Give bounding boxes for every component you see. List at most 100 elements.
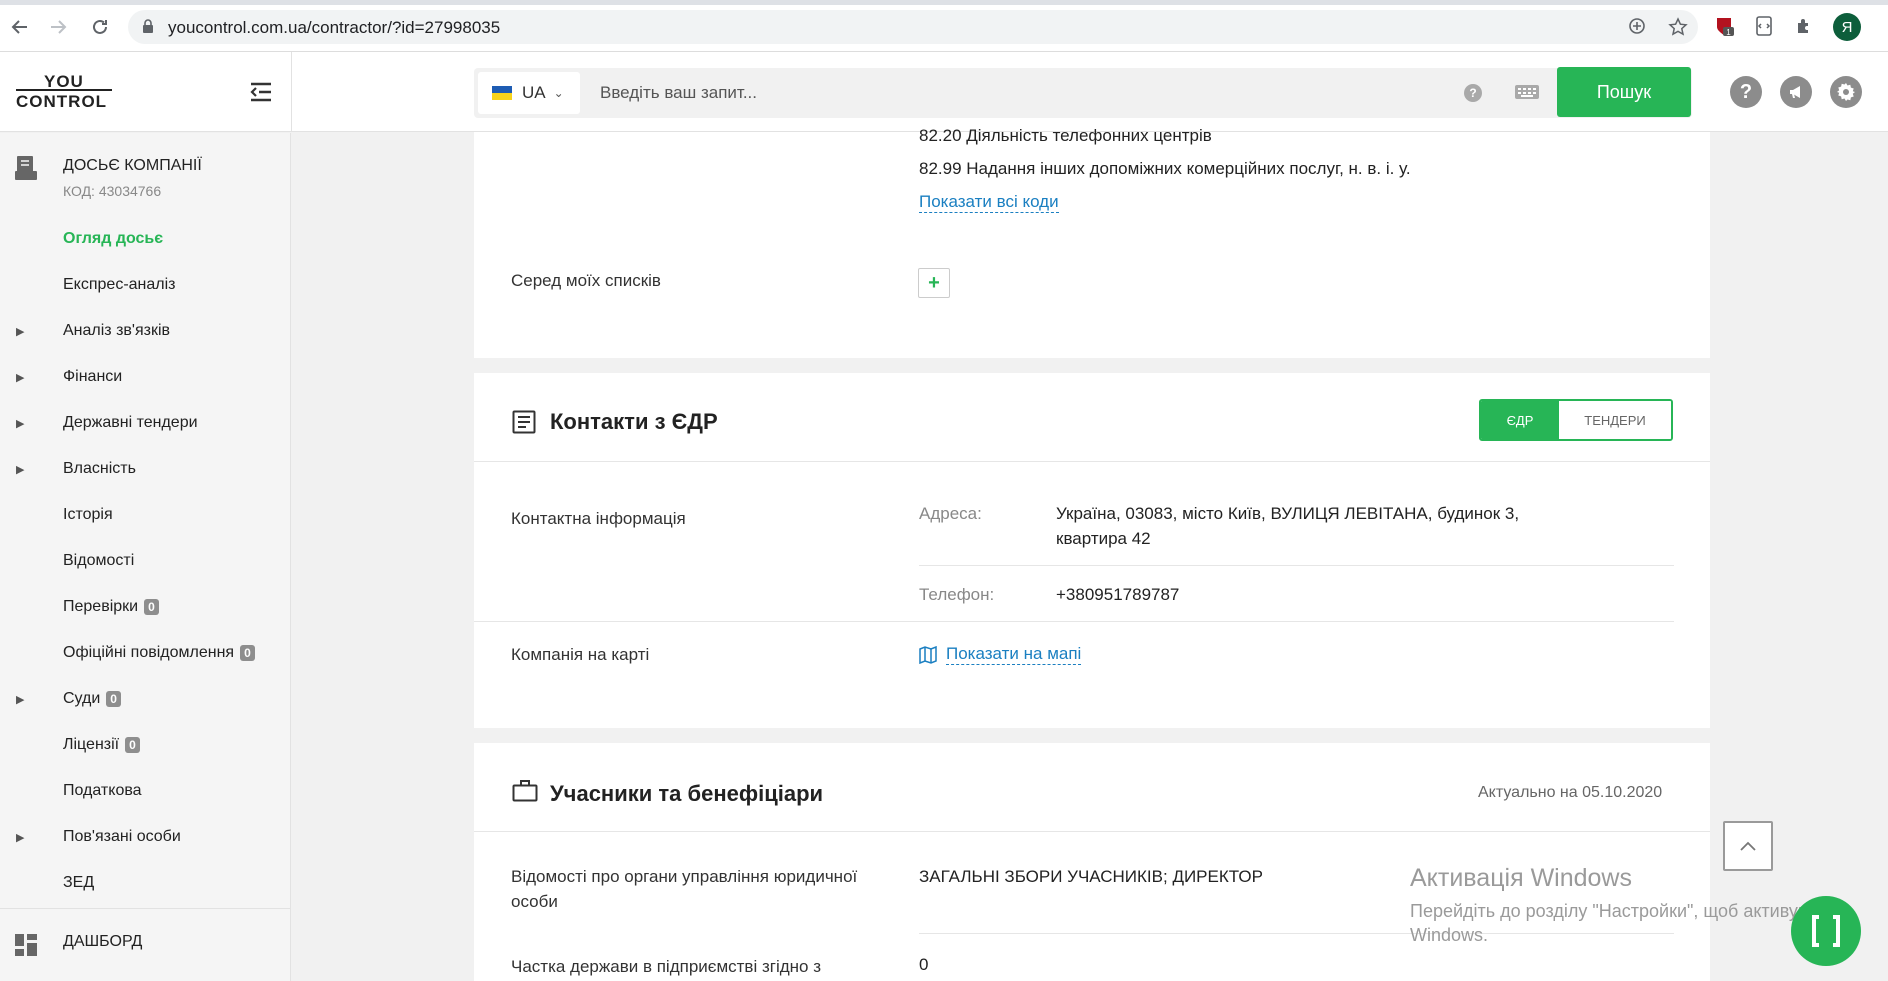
sidebar-item[interactable]: Відомості (63, 552, 134, 570)
sidebar-item[interactable]: ЗЕД (63, 874, 94, 892)
state-share-value: 0 (919, 955, 929, 974)
profile-avatar[interactable]: Я (1833, 13, 1861, 41)
search-button[interactable]: Пошук (1557, 67, 1691, 117)
settings-gear-icon[interactable] (1830, 76, 1862, 108)
kved-item: 82.20 Діяльність телефонних центрів (919, 126, 1212, 145)
keyboard-icon[interactable] (1514, 82, 1540, 107)
sidebar-item-label: Офіційні повідомлення (63, 644, 235, 661)
help-icon[interactable]: ? (1730, 76, 1762, 108)
lock-icon (142, 19, 154, 39)
sidebar-item[interactable]: Перевірки 0 (63, 598, 159, 616)
language-value: UA (522, 83, 546, 102)
sidebar-item[interactable]: Пов'язані особи (63, 828, 181, 846)
announcements-megaphone-icon[interactable] (1780, 76, 1812, 108)
tab-strip (0, 0, 1888, 5)
sidebar-divider (0, 908, 291, 909)
sidebar-item[interactable]: Історія (63, 506, 113, 524)
participants-card: Учасники та бенефіціари Актуально на 05.… (474, 743, 1710, 981)
sidebar-item-label: Державні тендери (63, 414, 198, 431)
sidebar-item-label: Ліцензії (63, 736, 120, 753)
sidebar-item-label: Пов'язані особи (63, 828, 181, 845)
chat-button[interactable] (1791, 896, 1861, 966)
chat-icon (1812, 915, 1840, 947)
address-value: квартира 42 (1056, 529, 1151, 548)
sidebar-item-label: Фінанси (63, 368, 123, 385)
expand-arrow-icon[interactable]: ▶ (16, 463, 24, 476)
show-on-map-link[interactable]: Показати на мапі (946, 644, 1082, 665)
sidebar-item[interactable]: Ліцензії 0 (63, 736, 140, 754)
sidebar-item[interactable]: Суди 0 (63, 690, 121, 708)
actual-date: Актуально на 05.10.2020 (1478, 784, 1663, 801)
extensions-puzzle-icon[interactable] (1792, 14, 1816, 38)
add-to-list-button[interactable]: + (918, 268, 950, 298)
svg-text:1: 1 (1726, 28, 1731, 37)
extension-shield-icon[interactable]: 1 (1712, 14, 1736, 38)
count-badge: 0 (106, 691, 121, 707)
scroll-to-top-button[interactable] (1723, 821, 1773, 871)
search-bar: UA ⌄ ? (474, 68, 1692, 118)
expand-arrow-icon[interactable]: ▶ (16, 831, 24, 844)
search-input[interactable] (600, 80, 1420, 106)
state-share-label: Частка держави в підприємстві згідно з (511, 957, 822, 976)
count-badge: 0 (240, 645, 255, 661)
management-label: Відомості про органи управління юридично… (511, 867, 858, 886)
activities-card: 82.20 Діяльність телефонних центрів 82.9… (474, 126, 1710, 358)
youcontrol-logo[interactable]: YOU CONTROL (16, 72, 114, 112)
dashboard-link[interactable]: ДАШБОРД (63, 933, 142, 951)
forward-icon[interactable] (43, 12, 73, 42)
back-icon[interactable] (5, 12, 35, 42)
reload-icon[interactable] (85, 12, 115, 42)
expand-arrow-icon[interactable]: ▶ (16, 371, 24, 384)
divider (474, 621, 1674, 622)
toggle-tenders-button[interactable]: ТЕНДЕРИ (1559, 401, 1671, 439)
address-value: Україна, 03083, місто Київ, ВУЛИЦЯ ЛЕВІТ… (1056, 504, 1520, 523)
language-select[interactable]: UA ⌄ (478, 72, 580, 114)
sidebar-item[interactable]: Податкова (63, 782, 142, 800)
toggle-edr-button[interactable]: ЄДР (1481, 401, 1559, 439)
sidebar-item-label: Аналіз зв'язків (63, 322, 171, 339)
address-bar[interactable]: youcontrol.com.ua/contractor/?id=2799803… (128, 10, 1698, 44)
logo-bottom-text: CONTROL (16, 89, 112, 112)
extension-script-icon[interactable] (1752, 14, 1776, 38)
header-divider (291, 52, 292, 132)
sidebar-item[interactable]: Державні тендери (63, 414, 198, 432)
expand-arrow-icon[interactable]: ▶ (16, 693, 24, 706)
browser-toolbar: youcontrol.com.ua/contractor/?id=2799803… (0, 0, 1888, 52)
chevron-down-icon: ⌄ (553, 86, 564, 100)
install-icon[interactable] (1628, 17, 1646, 40)
expand-arrow-icon[interactable]: ▶ (16, 325, 24, 338)
expand-arrow-icon[interactable]: ▶ (16, 417, 24, 430)
map-label: Компанія на карті (511, 645, 650, 664)
management-label: особи (511, 892, 558, 911)
ukraine-flag-icon (492, 86, 512, 100)
address-label: Адреса: (919, 504, 982, 523)
show-all-codes-link[interactable]: Показати всі коди (919, 192, 1059, 213)
sidebar-item[interactable]: Експрес-аналіз (63, 276, 176, 294)
search-help-icon[interactable]: ? (1464, 84, 1482, 102)
sidebar-item-label: Відомості (63, 552, 135, 569)
source-toggle: ЄДР ТЕНДЕРИ (1479, 399, 1673, 441)
sidebar-item-label: Перевірки (63, 598, 139, 615)
sidebar-item[interactable]: Офіційні повідомлення 0 (63, 644, 255, 662)
map-icon[interactable] (919, 645, 937, 669)
kved-item: 82.99 Надання інших допоміжних комерційн… (919, 159, 1411, 178)
contact-info-label: Контактна інформація (511, 509, 686, 528)
dashboard-icon[interactable] (14, 933, 38, 962)
document-list-icon (512, 410, 536, 439)
divider (474, 831, 1710, 832)
sidebar-item-label: Податкова (63, 782, 142, 799)
company-code: КОД: 43034766 (63, 183, 162, 199)
divider (474, 461, 1710, 462)
url-text: youcontrol.com.ua/contractor/?id=2799803… (168, 18, 501, 37)
sidebar-item[interactable]: Аналіз зв'язків (63, 322, 170, 340)
phone-value: +380951789787 (1056, 585, 1180, 604)
sidebar-item[interactable]: Власність (63, 460, 136, 478)
phone-label: Телефон: (919, 585, 995, 604)
sidebar-item[interactable]: Фінанси (63, 368, 122, 386)
sidebar-item[interactable]: Огляд досьє (63, 230, 163, 248)
management-value: ЗАГАЛЬНІ ЗБОРИ УЧАСНИКІВ; ДИРЕКТОР (919, 867, 1263, 886)
collapse-menu-icon[interactable] (248, 80, 274, 104)
sidebar-item-label: Огляд досьє (63, 230, 164, 247)
sidebar-item-label: Власність (63, 460, 136, 477)
bookmark-star-icon[interactable] (1668, 17, 1688, 42)
